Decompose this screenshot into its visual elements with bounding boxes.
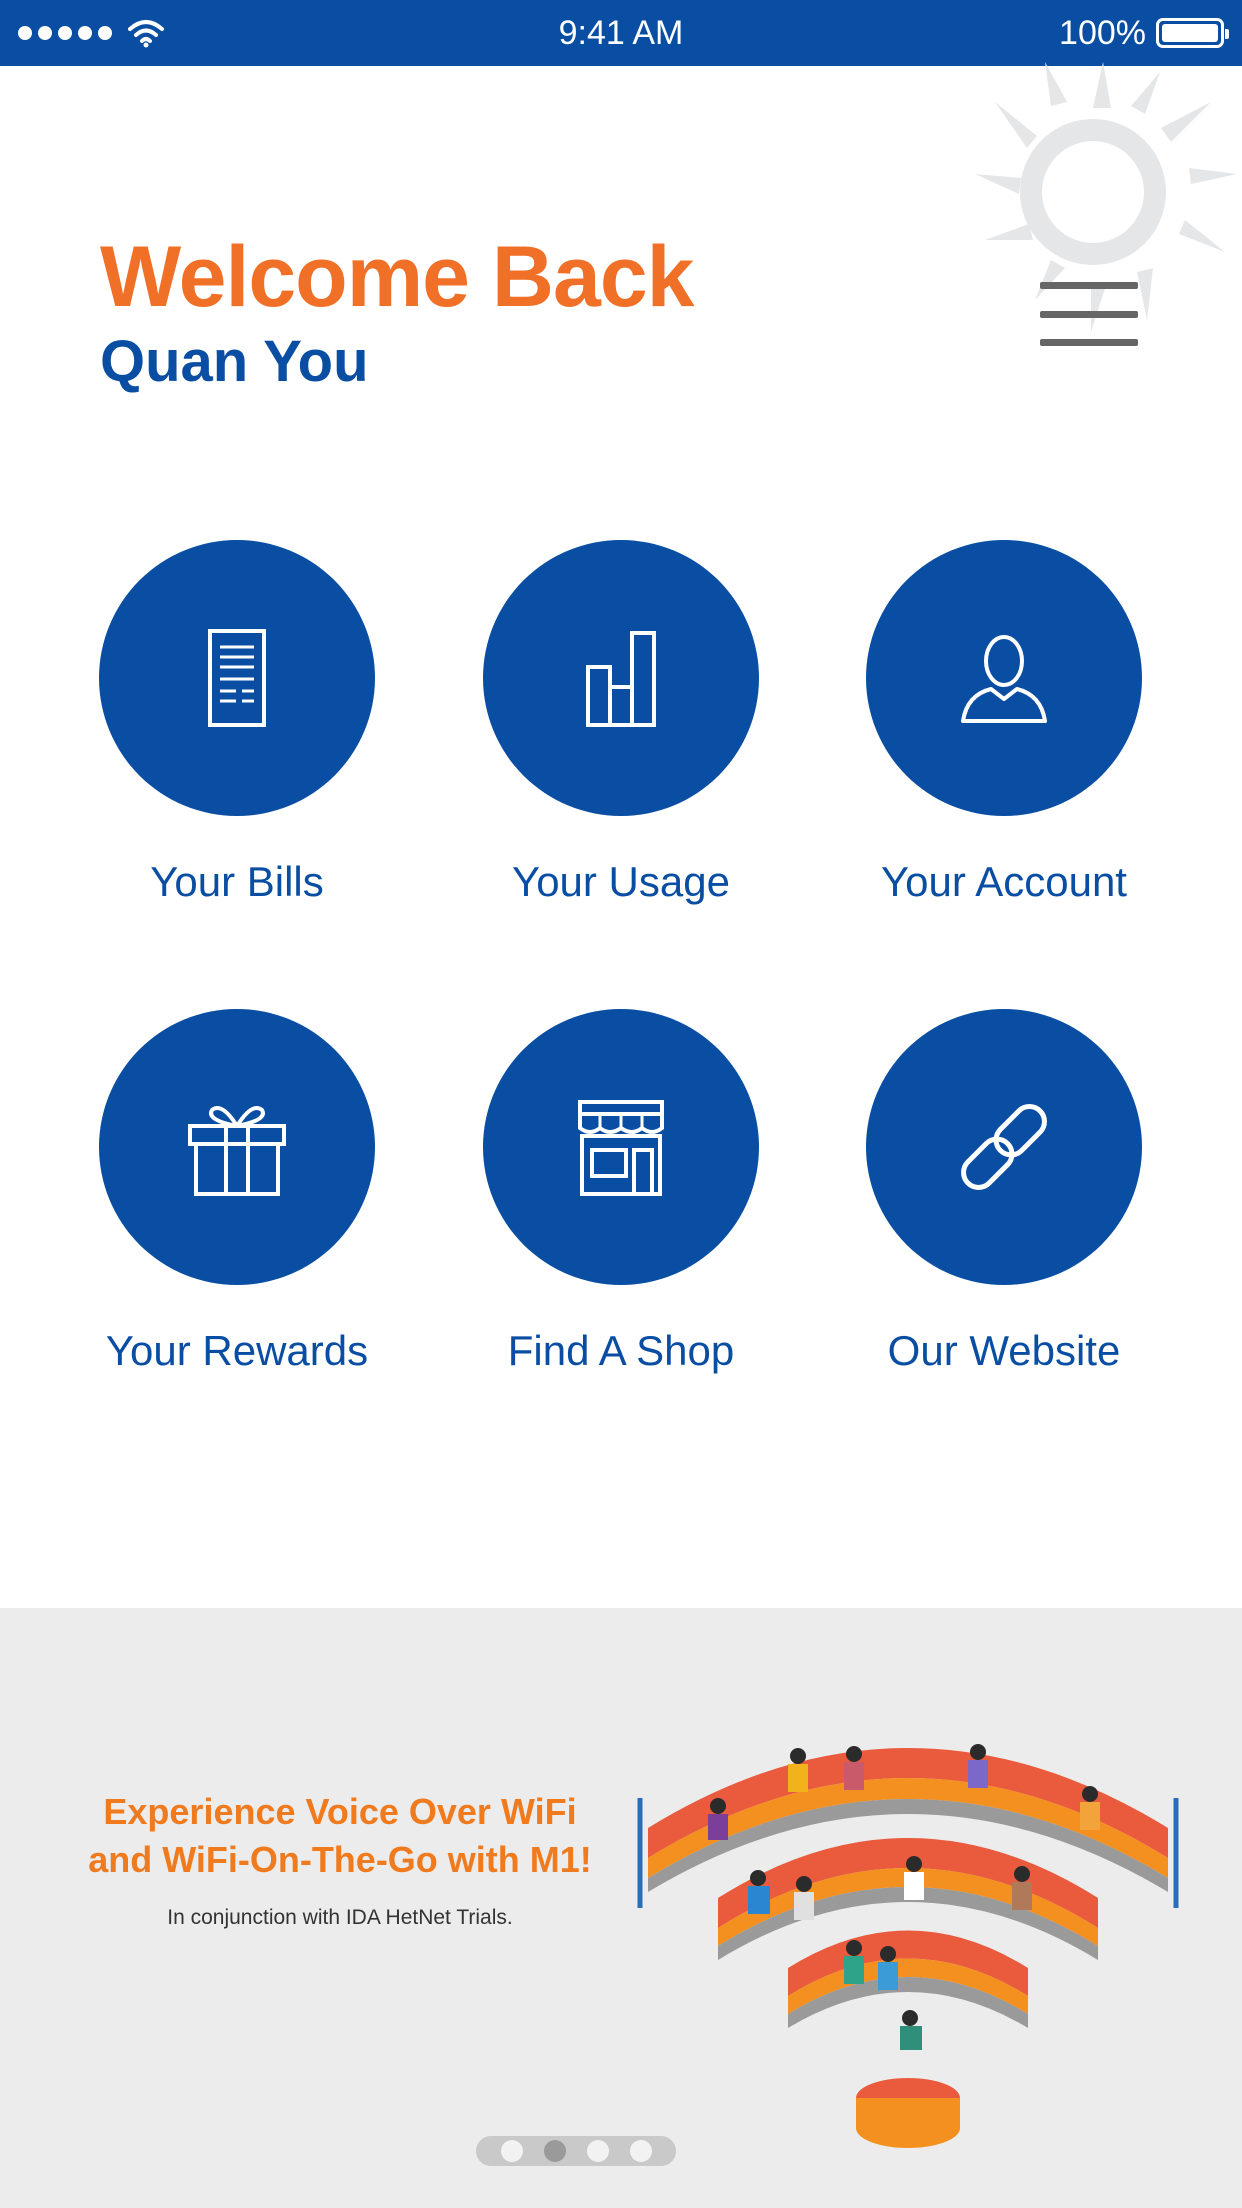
user-name: Quan You xyxy=(100,329,369,394)
shop-storefront-icon xyxy=(578,1100,664,1196)
status-right: 100% xyxy=(1059,13,1229,53)
user-profile-icon xyxy=(961,635,1047,723)
your-rewards-circle[interactable] xyxy=(99,1009,375,1285)
your-usage-circle[interactable] xyxy=(483,540,759,816)
your-account-circle[interactable] xyxy=(866,540,1142,816)
welcome-title: Welcome Back xyxy=(100,229,694,325)
find-a-shop-circle[interactable] xyxy=(483,1009,759,1285)
wifi-seating-illustration xyxy=(637,1744,1179,2148)
your-bills-circle[interactable] xyxy=(99,540,375,816)
your-usage-button[interactable]: Your Usage xyxy=(456,540,786,906)
carousel-page-indicator[interactable] xyxy=(476,2136,676,2166)
your-rewards-button[interactable]: Your Rewards xyxy=(72,1009,402,1375)
your-account-button[interactable]: Your Account xyxy=(839,540,1169,906)
bar-chart-icon xyxy=(586,631,656,727)
our-website-circle[interactable] xyxy=(866,1009,1142,1285)
page-dot-1[interactable] xyxy=(500,2140,523,2162)
status-time: 9:41 AM xyxy=(558,13,684,52)
your-rewards-label: Your Rewards xyxy=(105,1327,369,1374)
bill-document-icon xyxy=(208,629,266,727)
promo-banner[interactable]: Experience Voice Over WiFi and WiFi-On-T… xyxy=(0,1608,1242,2208)
hamburger-menu-icon[interactable] xyxy=(1036,272,1142,356)
your-usage-label: Your Usage xyxy=(512,858,730,905)
find-a-shop-button[interactable]: Find A Shop xyxy=(456,1009,786,1375)
our-website-button[interactable]: Our Website xyxy=(839,1009,1169,1375)
banner-headline-line2: and WiFi-On-The-Go with M1! xyxy=(88,1839,592,1880)
page-dot-2[interactable] xyxy=(543,2140,566,2162)
our-website-label: Our Website xyxy=(887,1327,1121,1374)
your-bills-button[interactable]: Your Bills xyxy=(72,540,402,906)
battery-percent: 100% xyxy=(1059,13,1146,52)
banner-headline-line1: Experience Voice Over WiFi xyxy=(103,1791,577,1832)
banner-subtext: In conjunction with IDA HetNet Trials. xyxy=(167,1906,513,1929)
status-bar: 9:41 AM 100% xyxy=(0,0,1242,66)
your-account-label: Your Account xyxy=(881,858,1127,905)
page-dot-4[interactable] xyxy=(629,2140,652,2162)
page-dot-3[interactable] xyxy=(586,2140,609,2162)
banner-headline: Experience Voice Over WiFi and WiFi-On-T… xyxy=(50,1788,630,1884)
link-chain-icon xyxy=(961,1104,1047,1190)
signal-dots-icon xyxy=(18,26,112,40)
your-bills-label: Your Bills xyxy=(150,858,324,905)
battery-icon xyxy=(1156,18,1229,48)
find-a-shop-label: Find A Shop xyxy=(507,1327,735,1374)
status-left xyxy=(18,18,166,48)
wifi-icon xyxy=(128,20,164,48)
gift-icon xyxy=(188,1106,286,1196)
